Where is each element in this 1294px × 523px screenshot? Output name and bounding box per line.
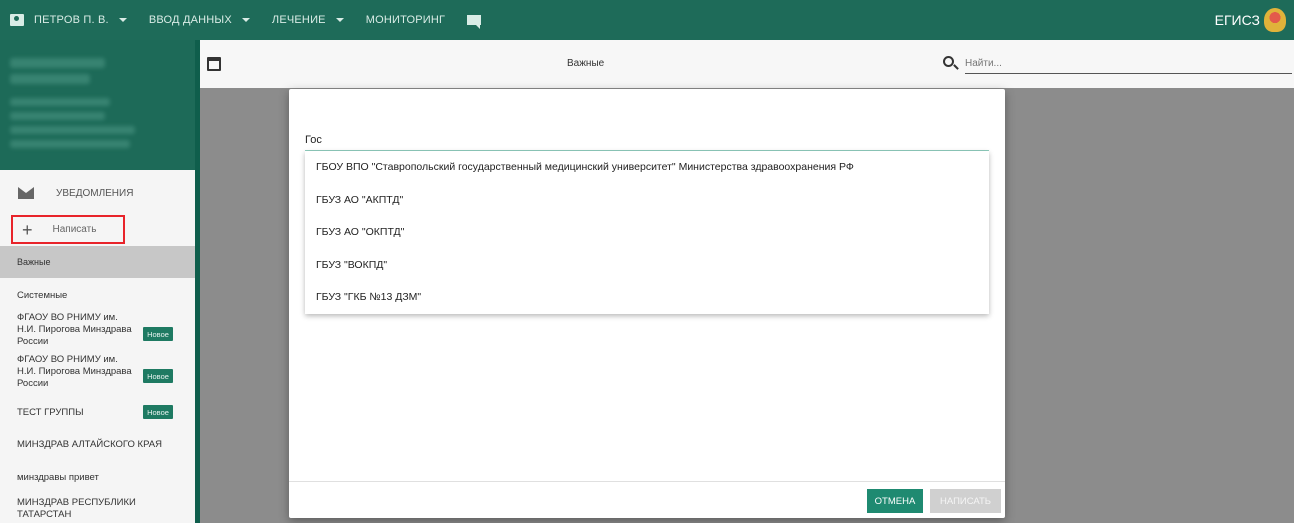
group-name: ТЕСТ ГРУППЫ	[17, 407, 84, 418]
calendar-icon[interactable]	[207, 57, 221, 71]
user-name: ПЕТРОВ П. В.	[34, 14, 109, 26]
new-badge: Новое	[143, 369, 173, 383]
group-name: ФГАОУ ВО РНИМУ им. Н.И. Пирогова Минздра…	[17, 354, 132, 389]
account-icon	[10, 14, 24, 26]
plus-icon: +	[22, 219, 33, 240]
chevron-down-icon	[241, 18, 250, 22]
menu-monitoring[interactable]: МОНИТОРИНГ	[366, 14, 446, 26]
compose-dialog: ГБОУ ВПО "Ставропольский государственный…	[289, 89, 1005, 518]
chat-icon	[467, 15, 482, 29]
suggestions-dropdown: ГБОУ ВПО "Ставропольский государственный…	[305, 151, 989, 314]
content-header: Важные	[200, 40, 1294, 88]
user-menu[interactable]: ПЕТРОВ П. В.	[0, 14, 127, 26]
mail-icon	[18, 187, 34, 199]
top-navbar: ПЕТРОВ П. В. ВВОД ДАННЫХ ЛЕЧЕНИЕ МОНИТОР…	[0, 0, 1294, 40]
chat-button[interactable]	[467, 15, 482, 29]
search-icon	[943, 56, 954, 67]
suggestion-item[interactable]: ГБУЗ АО "ОКПТД"	[305, 216, 989, 249]
sidebar-group-item[interactable]: МИНЗДРАВ РЕСПУБЛИКИ ТАТАРСТАН	[17, 497, 147, 521]
emblem-logo	[1264, 8, 1286, 32]
new-badge: Новое	[143, 405, 173, 419]
suggestion-item[interactable]: ГБУЗ "ГКБ №13 ДЗМ"	[305, 281, 989, 314]
notifications-label: УВЕДОМЛЕНИЯ	[56, 187, 134, 199]
page-title: Важные	[567, 58, 605, 69]
new-badge: Новое	[143, 327, 173, 341]
search-input[interactable]	[965, 54, 1292, 74]
sidebar: УВЕДОМЛЕНИЯ + Написать Важные Системные …	[0, 40, 195, 523]
menu-label: МОНИТОРИНГ	[365, 14, 446, 26]
recipient-input[interactable]	[305, 129, 989, 151]
sidebar-group-item[interactable]: МИНЗДРАВ АЛТАЙСКОГО КРАЯ	[17, 439, 162, 451]
group-name: минздравы привет	[17, 472, 99, 483]
chevron-down-icon	[335, 18, 344, 22]
system-label: Системные	[17, 290, 68, 301]
brand-label: ЕГИСЗ	[1214, 12, 1260, 28]
suggestion-item[interactable]: ГБУЗ АО "АКПТД"	[305, 184, 989, 217]
cancel-button[interactable]: ОТМЕНА	[867, 489, 923, 513]
notifications-item[interactable]: УВЕДОМЛЕНИЯ	[0, 183, 195, 203]
dialog-footer-divider	[289, 481, 1005, 482]
group-name: МИНЗДРАВ РЕСПУБЛИКИ ТАТАРСТАН	[17, 497, 136, 520]
write-label: Написать	[52, 224, 97, 235]
sidebar-group-item[interactable]: ФГАОУ ВО РНИМУ им. Н.И. Пирогова Минздра…	[17, 312, 137, 348]
user-profile-blurred	[0, 40, 195, 170]
menu-label: ВВОД ДАННЫХ	[148, 14, 232, 26]
sidebar-group-item[interactable]: ТЕСТ ГРУППЫ	[17, 407, 84, 419]
group-name: МИНЗДРАВ АЛТАЙСКОГО КРАЯ	[17, 439, 162, 450]
send-button[interactable]: НАПИСАТЬ	[930, 489, 1001, 513]
suggestion-item[interactable]: ГБОУ ВПО "Ставропольский государственный…	[305, 151, 989, 184]
chevron-down-icon	[118, 18, 127, 22]
sidebar-item-important[interactable]: Важные	[0, 246, 195, 278]
menu-treatment[interactable]: ЛЕЧЕНИЕ	[272, 14, 344, 26]
write-button[interactable]: + Написать	[11, 215, 125, 244]
menu-data-entry[interactable]: ВВОД ДАННЫХ	[149, 14, 250, 26]
group-name: ФГАОУ ВО РНИМУ им. Н.И. Пирогова Минздра…	[17, 312, 132, 347]
suggestion-item[interactable]: ГБУЗ "ВОКПД"	[305, 249, 989, 282]
sidebar-item-system[interactable]: Системные	[17, 290, 67, 302]
important-label: Важные	[17, 257, 51, 267]
menu-label: ЛЕЧЕНИЕ	[271, 14, 326, 26]
sidebar-group-item[interactable]: минздравы привет	[17, 472, 99, 484]
sidebar-group-item[interactable]: ФГАОУ ВО РНИМУ им. Н.И. Пирогова Минздра…	[17, 354, 137, 390]
